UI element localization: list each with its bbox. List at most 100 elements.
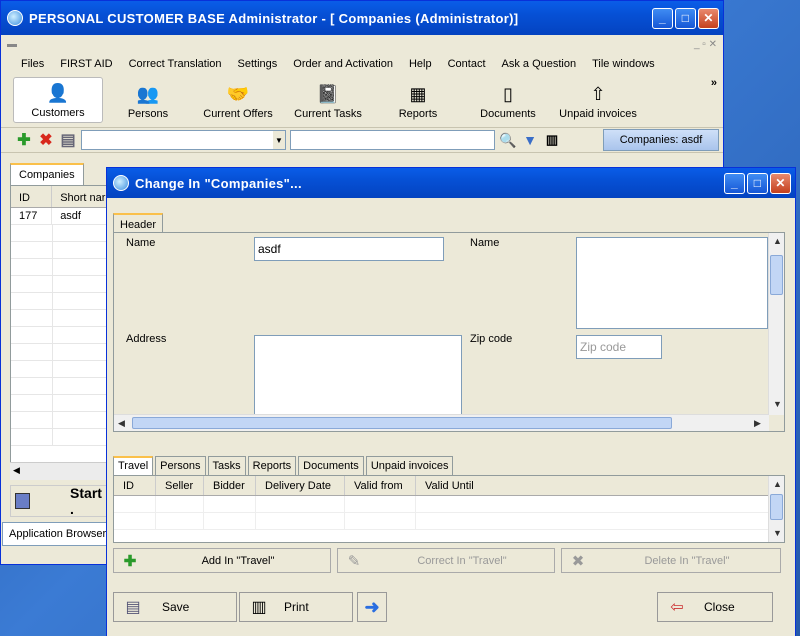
scroll-up-icon[interactable]: ▲ xyxy=(773,479,782,489)
table-row xyxy=(11,361,107,378)
dialog-title: Change In "Companies"... xyxy=(135,175,302,191)
detail-tabs: Travel Persons Tasks Reports Documents U… xyxy=(113,456,455,475)
zip-label: Zip code xyxy=(470,333,513,345)
print-icon: ▥ xyxy=(251,599,267,616)
panel-vertical-scrollbar[interactable]: ▲ ▼ xyxy=(768,233,784,415)
add-icon[interactable]: ✚ xyxy=(15,131,33,149)
scroll-up-icon[interactable]: ▲ xyxy=(773,236,782,246)
menu-settings[interactable]: Settings xyxy=(230,58,286,70)
scroll-down-icon[interactable]: ▼ xyxy=(773,528,782,538)
table-vertical-scrollbar[interactable]: ▲ ▼ xyxy=(768,476,784,542)
column-header-seller[interactable]: Seller xyxy=(156,476,204,495)
toolbar-customers[interactable]: 👤 Customers xyxy=(13,77,103,123)
dialog-titlebar[interactable]: Change In "Companies"... _ □ ✕ xyxy=(107,168,795,198)
menu-order-activation[interactable]: Order and Activation xyxy=(285,58,401,70)
print-icon[interactable]: ▥ xyxy=(543,131,561,149)
scroll-thumb[interactable] xyxy=(132,417,672,429)
column-header-valid-until[interactable]: Valid Until xyxy=(416,476,768,495)
tab-documents[interactable]: Documents xyxy=(298,456,364,475)
exit-door-icon: ⇦ xyxy=(670,599,684,616)
table-row xyxy=(11,276,107,293)
start-bar[interactable]: Start . xyxy=(10,485,108,517)
name2-textarea[interactable] xyxy=(576,237,768,329)
toolbar-current-tasks[interactable]: 📓 Current Tasks xyxy=(283,77,373,123)
tab-reports[interactable]: Reports xyxy=(247,456,297,475)
table-header: ID Seller Bidder Delivery Date Valid fro… xyxy=(114,476,784,496)
dialog-maximize-button[interactable]: □ xyxy=(747,172,768,194)
table-row xyxy=(11,242,107,259)
dialog-minimize-button[interactable]: _ xyxy=(724,172,745,194)
delete-icon[interactable]: ✖ xyxy=(37,131,55,149)
print-button[interactable]: ▥ Print xyxy=(239,592,353,622)
scroll-left-icon[interactable]: ◀ xyxy=(13,465,20,476)
dialog-close-button[interactable]: ✕ xyxy=(770,172,791,194)
mdi-bar: ▬ _ ▫ ✕ xyxy=(1,35,723,53)
table-row[interactable]: 177 asdf xyxy=(11,208,107,225)
scroll-thumb[interactable] xyxy=(770,255,783,295)
toolbar-more-button[interactable]: » xyxy=(711,77,717,89)
scroll-thumb[interactable] xyxy=(770,494,783,520)
search-icon[interactable]: 🔍 xyxy=(499,131,517,149)
table-row xyxy=(11,327,107,344)
panel-horizontal-scrollbar[interactable]: ◀ ▶ xyxy=(114,414,769,431)
column-header-delivery-date[interactable]: Delivery Date xyxy=(256,476,345,495)
close-dialog-button[interactable]: ⇦ Close xyxy=(657,592,773,622)
minimize-button[interactable]: _ xyxy=(652,7,673,29)
close-button[interactable]: ✕ xyxy=(698,7,719,29)
menu-help[interactable]: Help xyxy=(401,58,440,70)
scroll-right-icon[interactable]: ▶ xyxy=(754,418,761,429)
handshake-icon: 🤝 xyxy=(226,83,250,104)
menu-correct-translation[interactable]: Correct Translation xyxy=(121,58,230,70)
door-icon xyxy=(15,493,31,509)
application-browser-tab[interactable]: Application Browser xyxy=(2,522,114,546)
arrow-right-icon: ➜ xyxy=(364,596,380,617)
column-header-short-name[interactable]: Short nar xyxy=(52,186,107,207)
column-header-id[interactable]: ID xyxy=(114,476,156,495)
toolbar-reports[interactable]: ▦ Reports xyxy=(373,77,463,123)
chevron-down-icon[interactable]: ▼ xyxy=(273,131,285,149)
maximize-button[interactable]: □ xyxy=(675,7,696,29)
table-horizontal-scrollbar[interactable]: ◀ xyxy=(10,462,108,480)
table-row xyxy=(11,395,107,412)
toolbar-unpaid-invoices[interactable]: ⇧ Unpaid invoices xyxy=(553,77,643,123)
filter-select[interactable]: ▼ xyxy=(81,130,286,150)
address-textarea[interactable] xyxy=(254,335,462,415)
add-in-travel-button[interactable]: ✚ Add In "Travel" xyxy=(113,548,331,573)
toolbar-label: Current Tasks xyxy=(294,108,362,120)
menu-tile-windows[interactable]: Tile windows xyxy=(584,58,663,70)
address-label: Address xyxy=(126,333,167,345)
cell-short-name: asdf xyxy=(60,210,81,222)
scroll-left-icon[interactable]: ◀ xyxy=(118,418,125,429)
zip-input[interactable]: Zip code xyxy=(576,335,662,359)
scroll-down-icon[interactable]: ▼ xyxy=(773,399,782,409)
menu-ask-question[interactable]: Ask a Question xyxy=(494,58,585,70)
mdi-window-icon[interactable]: ▬ xyxy=(7,39,17,50)
menu-first-aid[interactable]: FIRST AID xyxy=(52,58,120,70)
column-header-bidder[interactable]: Bidder xyxy=(204,476,256,495)
name-label: Name xyxy=(126,237,156,249)
toolbar-persons[interactable]: 👥 Persons xyxy=(103,77,193,123)
companies-button[interactable]: Companies: asdf xyxy=(603,129,719,151)
tab-tasks[interactable]: Tasks xyxy=(207,456,246,475)
menu-files[interactable]: Files xyxy=(13,58,52,70)
tab-unpaid-invoices[interactable]: Unpaid invoices xyxy=(365,456,454,475)
filter-icon[interactable]: ▼ xyxy=(521,131,539,149)
toolbar-current-offers[interactable]: 🤝 Current Offers xyxy=(193,77,283,123)
save-icon[interactable]: ▤ xyxy=(59,131,77,149)
search-input[interactable] xyxy=(290,130,495,150)
column-header-valid-from[interactable]: Valid from xyxy=(345,476,416,495)
save-icon: ▤ xyxy=(125,599,141,616)
save-button[interactable]: ▤ Save xyxy=(113,592,237,622)
tab-travel[interactable]: Travel xyxy=(113,456,154,475)
column-header-id[interactable]: ID xyxy=(11,186,53,207)
mdi-controls[interactable]: _ ▫ ✕ xyxy=(694,39,717,50)
next-button[interactable]: ➜ xyxy=(357,592,387,622)
correct-in-travel-button[interactable]: ✎ Correct In "Travel" xyxy=(337,548,555,573)
name-input[interactable]: asdf xyxy=(254,237,444,261)
tab-persons[interactable]: Persons xyxy=(155,456,206,475)
delete-in-travel-button[interactable]: ✖ Delete In "Travel" xyxy=(561,548,781,573)
toolbar-documents[interactable]: ▯ Documents xyxy=(463,77,553,123)
menu-contact[interactable]: Contact xyxy=(440,58,494,70)
tab-companies[interactable]: Companies xyxy=(10,163,84,185)
main-titlebar[interactable]: PERSONAL CUSTOMER BASE Administrator - [… xyxy=(1,1,723,35)
